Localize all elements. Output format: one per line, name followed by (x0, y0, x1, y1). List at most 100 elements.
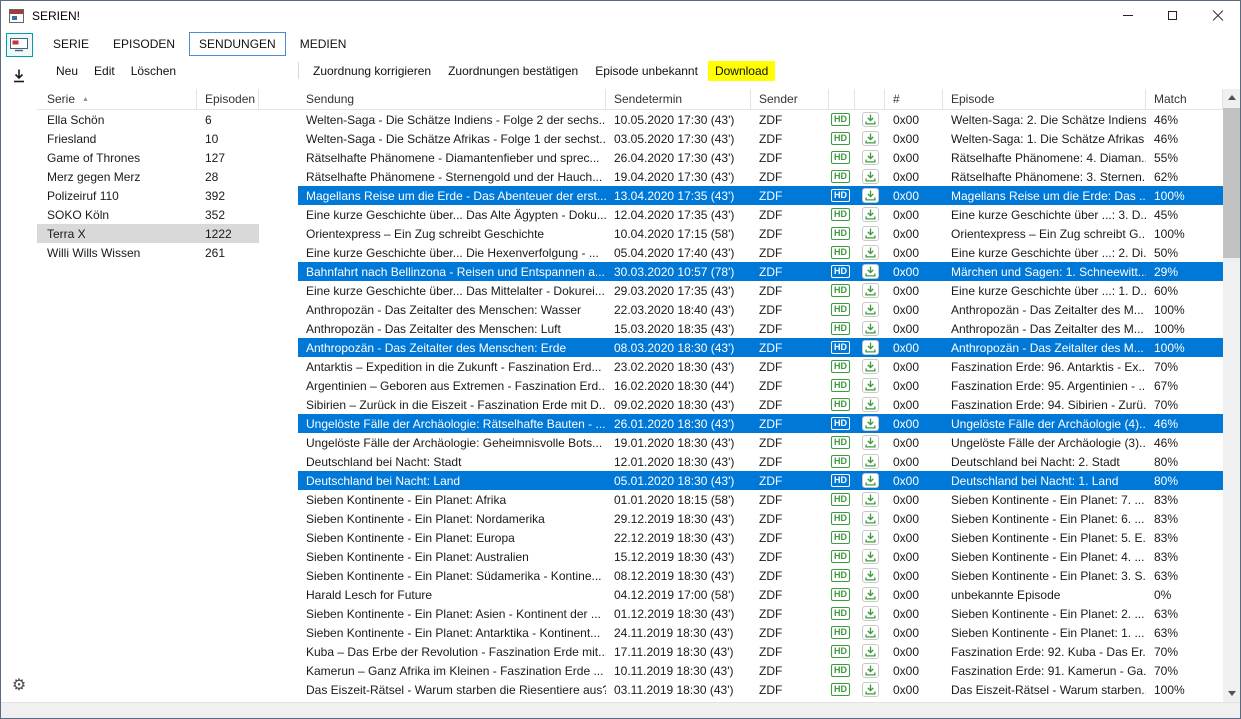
column-header-hd[interactable] (829, 89, 855, 109)
menu-item-episoden[interactable]: EPISODEN (103, 32, 185, 56)
series-row[interactable]: Game of Thrones 127 (37, 148, 259, 167)
download-icon[interactable] (862, 644, 879, 659)
download-icon[interactable] (862, 397, 879, 412)
show-row[interactable]: Magellans Reise um die Erde - Das Abente… (298, 186, 1223, 205)
download-icon[interactable] (862, 587, 879, 602)
show-row[interactable]: Anthropozän - Das Zeitalter des Menschen… (298, 319, 1223, 338)
download-icon[interactable] (862, 264, 879, 279)
download-icon[interactable] (862, 283, 879, 298)
download-icon[interactable] (862, 530, 879, 545)
vertical-scrollbar[interactable] (1223, 89, 1240, 702)
show-row[interactable]: Rätselhafte Phänomene - Sternengold und … (298, 167, 1223, 186)
show-row[interactable]: Anthropozän - Das Zeitalter des Menschen… (298, 338, 1223, 357)
download-icon[interactable] (862, 492, 879, 507)
show-row[interactable]: Das Eiszeit-Rätsel - Warum starben die R… (298, 680, 1223, 699)
show-row[interactable]: Ungelöste Fälle der Archäologie: Geheimn… (298, 433, 1223, 452)
show-row[interactable]: Welten-Saga - Die Schätze Afrikas - Folg… (298, 129, 1223, 148)
download-icon[interactable] (862, 511, 879, 526)
series-row[interactable]: Friesland 10 (37, 129, 259, 148)
settings-button[interactable]: ⚙ (12, 678, 26, 694)
download-icon[interactable] (862, 188, 879, 203)
series-row[interactable]: Ella Schön 6 (37, 110, 259, 129)
download-icon[interactable] (862, 150, 879, 165)
toolbar-button-zuordnung-korrigieren[interactable]: Zuordnung korrigieren (306, 61, 438, 81)
series-row[interactable]: SOKO Köln 352 (37, 205, 259, 224)
download-icon[interactable] (862, 549, 879, 564)
scrollbar-thumb[interactable] (1223, 108, 1240, 258)
show-row[interactable]: Kamerun – Ganz Afrika im Kleinen - Faszi… (298, 661, 1223, 680)
column-header-sendetermin[interactable]: Sendetermin (606, 89, 751, 109)
download-icon[interactable] (862, 302, 879, 317)
show-row[interactable]: Rätselhafte Phänomene - Diamantenfieber … (298, 148, 1223, 167)
maximize-button[interactable] (1150, 1, 1195, 30)
column-header-count[interactable]: # (885, 89, 943, 109)
scrollbar-track[interactable] (1223, 106, 1240, 685)
series-row[interactable]: Merz gegen Merz 28 (37, 167, 259, 186)
scroll-up-button[interactable] (1223, 89, 1240, 106)
column-header-episoden[interactable]: Episoden (197, 89, 259, 109)
column-header-serie[interactable]: Serie ▲ (37, 89, 197, 109)
show-row[interactable]: Sieben Kontinente - Ein Planet: Afrika 0… (298, 490, 1223, 509)
show-row[interactable]: Sieben Kontinente - Ein Planet: Australi… (298, 547, 1223, 566)
menu-item-serie[interactable]: SERIE (43, 32, 99, 56)
show-row[interactable]: Orientexpress – Ein Zug schreibt Geschic… (298, 224, 1223, 243)
download-icon[interactable] (862, 416, 879, 431)
download-icon[interactable] (862, 131, 879, 146)
show-row[interactable]: Ungelöste Fälle der Archäologie: Rätselh… (298, 414, 1223, 433)
column-header-download[interactable] (855, 89, 885, 109)
scroll-down-button[interactable] (1223, 685, 1240, 702)
toolbar-button-loschen[interactable]: Löschen (124, 61, 183, 81)
download-icon[interactable] (862, 378, 879, 393)
download-icon[interactable] (862, 473, 879, 488)
show-row[interactable]: Bahnfahrt nach Bellinzona - Reisen und E… (298, 262, 1223, 281)
toolbar-button-zuordnungen-bestatigen[interactable]: Zuordnungen bestätigen (441, 61, 585, 81)
download-icon[interactable] (862, 226, 879, 241)
show-row[interactable]: Sieben Kontinente - Ein Planet: Antarkti… (298, 623, 1223, 642)
show-row[interactable]: Sieben Kontinente - Ein Planet: Asien - … (298, 604, 1223, 623)
column-header-sender[interactable]: Sender (751, 89, 829, 109)
close-button[interactable] (1195, 1, 1240, 30)
show-row[interactable]: Sieben Kontinente - Ein Planet: Südameri… (298, 566, 1223, 585)
tv-view-toggle-button[interactable] (6, 33, 33, 57)
column-header-sendung[interactable]: Sendung (298, 89, 606, 109)
download-icon[interactable] (862, 207, 879, 222)
show-row[interactable]: Sibirien – Zurück in die Eiszeit - Faszi… (298, 395, 1223, 414)
download-icon[interactable] (862, 340, 879, 355)
series-row[interactable]: Terra X 1222 (37, 224, 259, 243)
show-row[interactable]: Harald Lesch for Future 04.12.2019 17:00… (298, 585, 1223, 604)
series-row[interactable]: Willi Wills Wissen 261 (37, 243, 259, 262)
menu-item-sendungen[interactable]: SENDUNGEN (189, 32, 286, 56)
show-row[interactable]: Kuba – Das Erbe der Revolution - Faszina… (298, 642, 1223, 661)
download-icon[interactable] (862, 625, 879, 640)
download-icon[interactable] (862, 112, 879, 127)
toolbar-button-edit[interactable]: Edit (87, 61, 122, 81)
download-icon[interactable] (862, 359, 879, 374)
minimize-button[interactable] (1105, 1, 1150, 30)
toolbar-button-download[interactable]: Download (708, 61, 775, 81)
show-row[interactable]: Argentinien – Geboren aus Extremen - Fas… (298, 376, 1223, 395)
download-icon[interactable] (862, 454, 879, 469)
show-row[interactable]: Deutschland bei Nacht: Land 05.01.2020 1… (298, 471, 1223, 490)
show-row[interactable]: Sieben Kontinente - Ein Planet: Nordamer… (298, 509, 1223, 528)
show-row[interactable]: Sieben Kontinente - Ein Planet: Europa 2… (298, 528, 1223, 547)
column-header-episode[interactable]: Episode (943, 89, 1146, 109)
series-row[interactable]: Polizeiruf 110 392 (37, 186, 259, 205)
show-row[interactable]: Welten-Saga - Die Schätze Indiens - Folg… (298, 110, 1223, 129)
toolbar-button-neu[interactable]: Neu (49, 61, 85, 81)
show-row[interactable]: Eine kurze Geschichte über... Das Mittel… (298, 281, 1223, 300)
column-header-match[interactable]: Match (1146, 89, 1223, 109)
show-row[interactable]: Eine kurze Geschichte über... Das Alte Ä… (298, 205, 1223, 224)
download-icon[interactable] (862, 606, 879, 621)
menu-item-medien[interactable]: MEDIEN (290, 32, 357, 56)
download-rail-button[interactable] (6, 64, 33, 88)
show-row[interactable]: Antarktis – Expedition in die Zukunft - … (298, 357, 1223, 376)
download-icon[interactable] (862, 245, 879, 260)
download-icon[interactable] (862, 663, 879, 678)
download-icon[interactable] (862, 682, 879, 697)
download-icon[interactable] (862, 568, 879, 583)
show-row[interactable]: Eine kurze Geschichte über... Die Hexenv… (298, 243, 1223, 262)
show-row[interactable]: Anthropozän - Das Zeitalter des Menschen… (298, 300, 1223, 319)
download-icon[interactable] (862, 321, 879, 336)
toolbar-button-episode-unbekannt[interactable]: Episode unbekannt (588, 61, 705, 81)
download-icon[interactable] (862, 435, 879, 450)
